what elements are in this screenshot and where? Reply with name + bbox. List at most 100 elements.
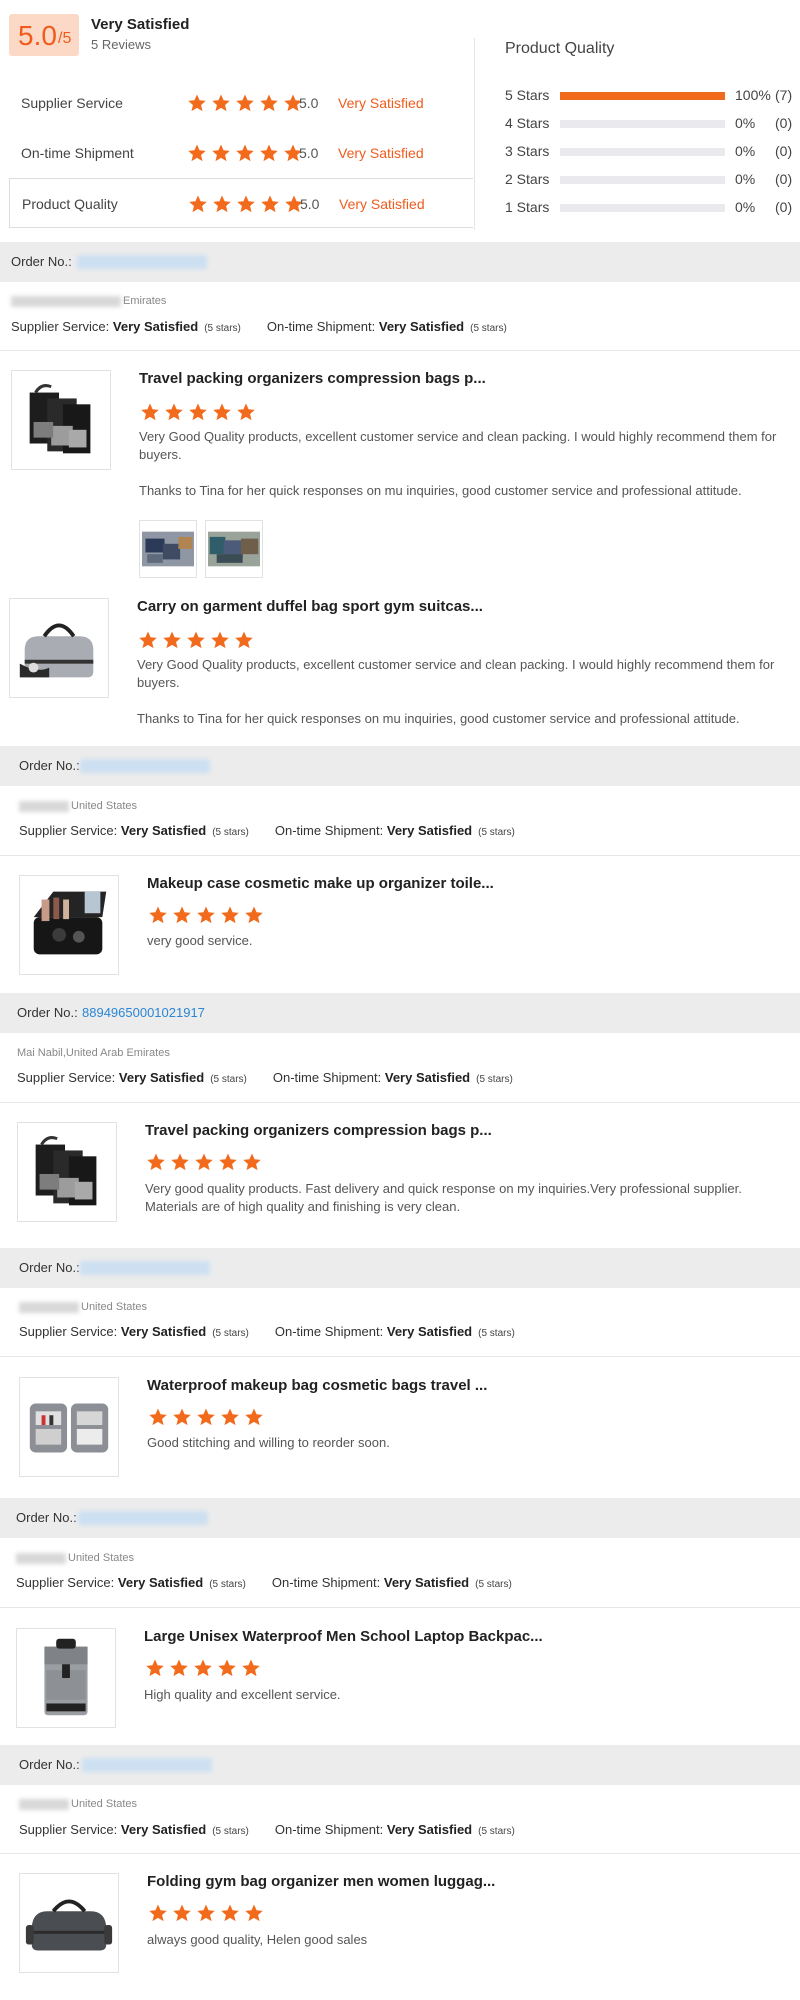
redacted-order-number: [82, 1758, 212, 1772]
star-icon: [163, 402, 185, 422]
quality-row[interactable]: 4 Stars 0% (0): [505, 113, 795, 133]
redacted-buyer-name: [16, 1552, 66, 1564]
buyer-info: Emirates: [11, 295, 166, 307]
order-bar: Order No.:: [0, 746, 800, 786]
star-icon: [258, 143, 280, 163]
review-count[interactable]: 5 Reviews: [91, 37, 151, 52]
star-rating: [187, 194, 305, 214]
star-icon: [195, 905, 217, 925]
supplier-service-label: Supplier Service:: [11, 319, 110, 334]
quality-row[interactable]: 1 Stars 0% (0): [505, 197, 795, 217]
ontime-shipment-stars: (5 stars): [470, 323, 507, 334]
cosmetic-bag-image[interactable]: [19, 1377, 119, 1477]
divider: [0, 1607, 800, 1608]
review-text: Very Good Quality products, excellent cu…: [137, 657, 775, 690]
quality-row-label: 3 Stars: [505, 143, 550, 159]
buyer-info: United States: [19, 1798, 137, 1810]
order-bar: Order No.:: [0, 242, 800, 282]
supplier-service-stars: (5 stars): [212, 827, 249, 838]
quality-row-percent: 0%: [735, 115, 756, 131]
star-icon: [193, 1152, 215, 1172]
product-title-link[interactable]: Waterproof makeup bag cosmetic bags trav…: [147, 1377, 487, 1394]
metric-product-quality[interactable]: Product Quality 5.0 Very Satisfied: [9, 178, 473, 228]
review-photo-1[interactable]: [139, 520, 197, 578]
review-text-secondary: Thanks to Tina for her quick responses o…: [137, 711, 740, 726]
review-text: Very Good Quality products, excellent cu…: [139, 429, 777, 462]
star-rating: [186, 93, 304, 113]
product-title-link[interactable]: Travel packing organizers compression ba…: [139, 370, 486, 387]
backpack-image[interactable]: [16, 1628, 116, 1728]
quality-row[interactable]: 3 Stars 0% (0): [505, 141, 795, 161]
review-photo-2[interactable]: [205, 520, 263, 578]
redacted-buyer-name: [19, 800, 69, 812]
ontime-shipment-label: On-time Shipment:: [274, 1324, 384, 1339]
makeup-case-image[interactable]: [19, 875, 119, 975]
star-rating: [137, 630, 255, 650]
star-icon: [169, 1152, 191, 1172]
order-label: Order No.:: [19, 1757, 80, 1772]
order-label: Order No.:: [16, 1510, 77, 1525]
star-icon: [187, 194, 209, 214]
star-icon: [186, 143, 208, 163]
order-number-link[interactable]: 88949650001021917: [82, 1005, 205, 1020]
buyer-info: United States: [19, 800, 137, 812]
packing-cubes-image[interactable]: [17, 1122, 117, 1222]
star-icon: [161, 630, 183, 650]
supplier-service-stars: (5 stars): [212, 1328, 249, 1339]
quality-bar-track: [560, 204, 725, 212]
buyer-location: Mai Nabil,United Arab Emirates: [17, 1047, 170, 1059]
buyer-location: Emirates: [123, 295, 167, 307]
gym-bag-image[interactable]: [19, 1873, 119, 1973]
product-title-link[interactable]: Folding gym bag organizer men women lugg…: [147, 1873, 495, 1890]
star-icon: [168, 1658, 190, 1678]
star-icon: [234, 93, 256, 113]
star-icon: [147, 905, 169, 925]
ontime-shipment-label: On-time Shipment:: [266, 319, 376, 334]
quality-row[interactable]: 2 Stars 0% (0): [505, 169, 795, 189]
star-icon: [186, 93, 208, 113]
quality-row[interactable]: 5 Stars 100% (7): [505, 85, 795, 105]
order-label: Order No.:: [19, 758, 80, 773]
duffel-bag-image[interactable]: [9, 598, 109, 698]
product-title-link[interactable]: Carry on garment duffel bag sport gym su…: [137, 598, 483, 615]
star-icon: [139, 402, 161, 422]
metric-supplier-service[interactable]: Supplier Service 5.0 Very Satisfied: [9, 78, 473, 128]
order-label: Order No.:: [17, 1005, 78, 1020]
star-icon: [234, 143, 256, 163]
summary-divider: [474, 38, 475, 230]
quality-row-label: 4 Stars: [505, 115, 550, 131]
quality-row-percent: 0%: [735, 171, 756, 187]
ontime-shipment-stars: (5 stars): [475, 1579, 512, 1590]
divider: [0, 1356, 800, 1357]
star-icon: [145, 1152, 167, 1172]
product-title-link[interactable]: Travel packing organizers compression ba…: [145, 1122, 492, 1139]
product-title-link[interactable]: Large Unisex Waterproof Men School Lapto…: [144, 1628, 543, 1645]
star-icon: [258, 93, 280, 113]
star-rating: [139, 402, 257, 422]
star-rating: [144, 1658, 262, 1678]
buyer-location: United States: [81, 1301, 148, 1313]
order-bar: Order No.: 88949650001021917: [0, 993, 800, 1033]
ontime-shipment-stars: (5 stars): [478, 1826, 515, 1837]
star-icon: [219, 1407, 241, 1427]
order-bar: Order No.:: [0, 1248, 800, 1288]
review-text: always good quality, Helen good sales: [147, 1932, 368, 1947]
star-icon: [195, 1903, 217, 1923]
product-title-link[interactable]: Makeup case cosmetic make up organizer t…: [147, 875, 494, 892]
quality-row-label: 5 Stars: [505, 87, 550, 103]
star-icon: [147, 1903, 169, 1923]
redacted-order-number: [77, 255, 207, 269]
packing-cubes-image[interactable]: [11, 370, 111, 470]
review-text-secondary: Thanks to Tina for her quick responses o…: [139, 483, 742, 498]
ontime-shipment-value: Very Satisfied: [384, 1070, 471, 1085]
service-ratings: Supplier Service: Very Satisfied (5 stars…: [17, 1070, 539, 1085]
review-text: Very good quality products. Fast deliver…: [145, 1181, 742, 1214]
service-ratings: Supplier Service: Very Satisfied (5 stars…: [19, 1324, 541, 1339]
supplier-service-value: Very Satisfied: [120, 823, 207, 838]
review-text: very good service.: [147, 933, 253, 948]
quality-bar-track: [560, 148, 725, 156]
metric-ontime-shipment[interactable]: On-time Shipment 5.0 Very Satisfied: [9, 128, 473, 178]
quality-row-count: (0): [775, 143, 793, 159]
ontime-shipment-label: On-time Shipment:: [274, 823, 384, 838]
ontime-shipment-value: Very Satisfied: [386, 1822, 473, 1837]
